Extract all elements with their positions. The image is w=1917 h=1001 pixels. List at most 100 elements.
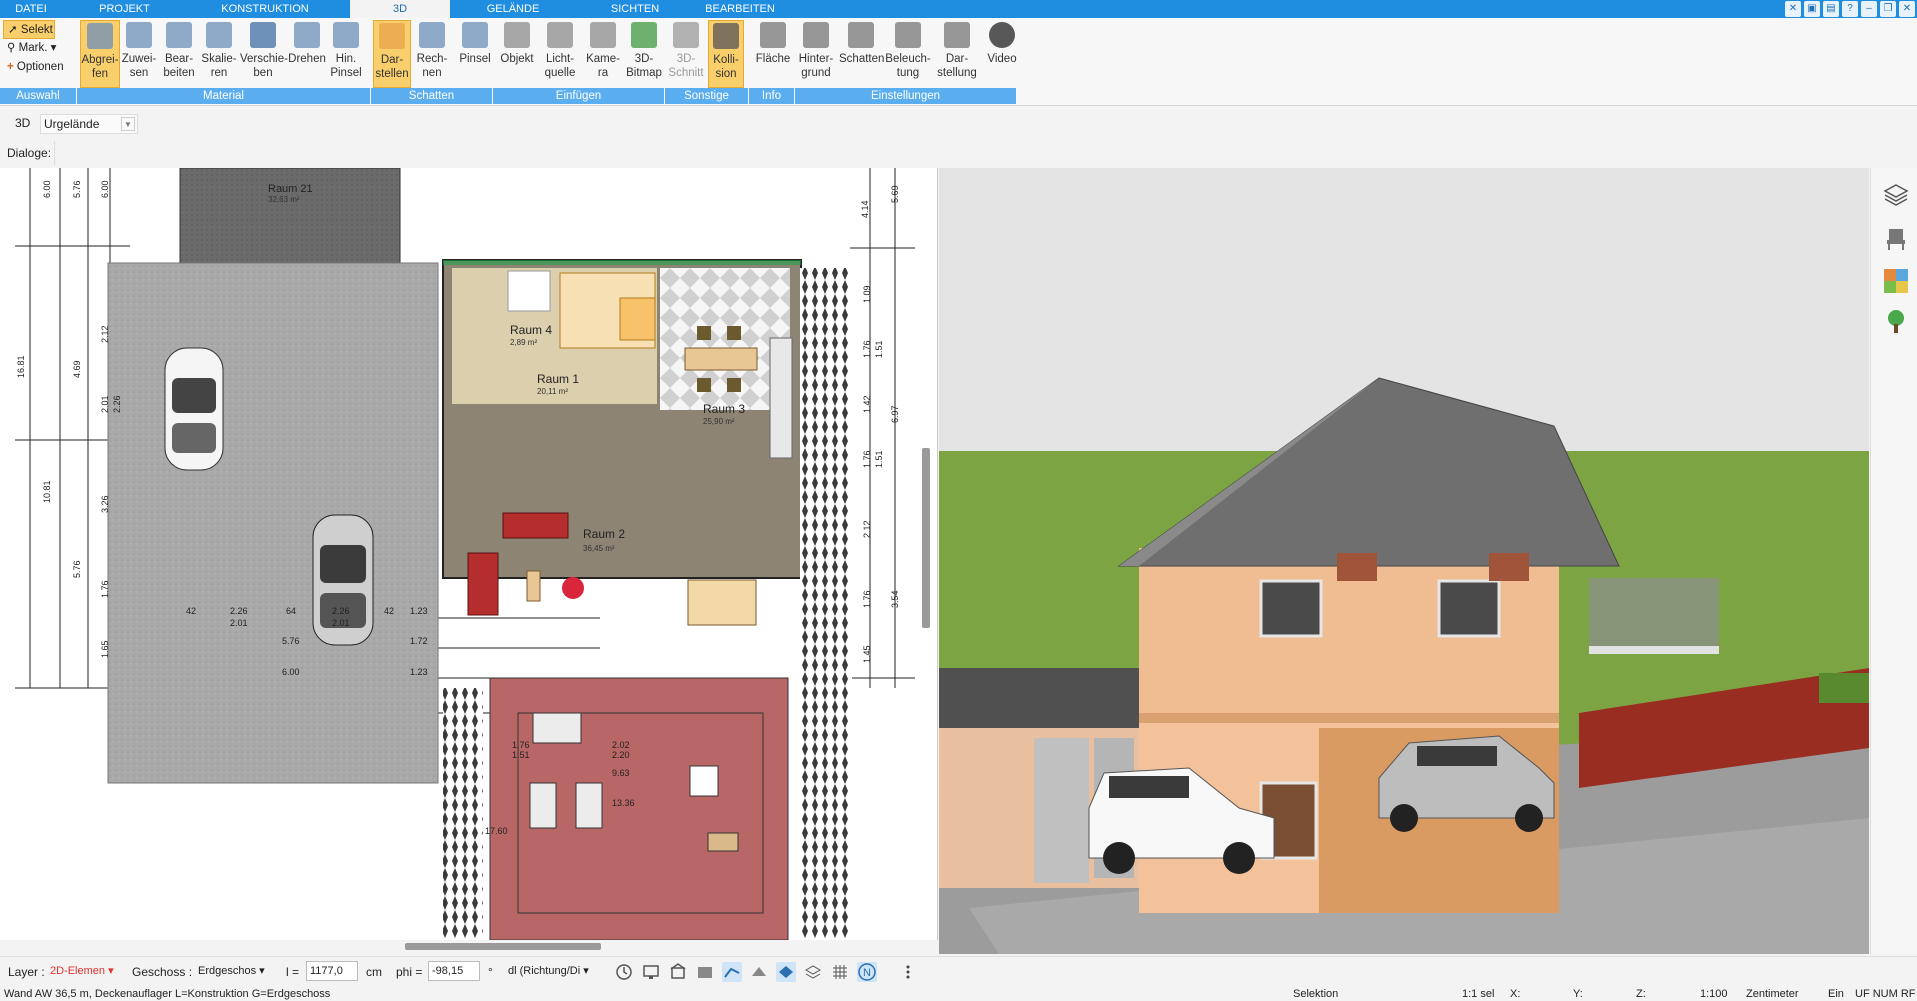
layer-stack-icon[interactable]: [803, 962, 823, 982]
monitor-icon[interactable]: [641, 962, 661, 982]
hin-pinsel-button[interactable]: Hin. Pinsel: [327, 20, 365, 88]
video-button[interactable]: Video: [983, 20, 1021, 88]
dimension-label: 6.97: [890, 405, 900, 423]
clock-icon[interactable]: [614, 962, 634, 982]
3d-scene[interactable]: [939, 168, 1869, 954]
print-icon[interactable]: ▤: [1823, 1, 1839, 17]
grid-icon[interactable]: [830, 962, 850, 982]
tab-projekt[interactable]: PROJEKT: [92, 0, 157, 18]
floor-plan-view[interactable]: Raum 21 32,63 m² Raum 4 2,89 m² Raum 1 2…: [0, 168, 938, 940]
selekt-button[interactable]: ➚ Selekt: [3, 20, 55, 39]
close-icon[interactable]: ✕: [1899, 1, 1915, 17]
3d-view[interactable]: [939, 168, 1869, 954]
group-einstellungen: Einstellungen: [795, 88, 1017, 104]
kamera-button[interactable]: Kame-ra: [584, 20, 622, 88]
3d-schnitt-icon: [673, 22, 699, 48]
hintergrund-button[interactable]: Hinter-grund: [794, 20, 838, 88]
tree-icon[interactable]: [1883, 308, 1909, 334]
3d-bitmap-button[interactable]: 3D- Bitmap: [624, 20, 664, 88]
dialoge-label: Dialoge:: [7, 146, 52, 160]
darstellung-button[interactable]: Dar-stellung: [937, 20, 977, 88]
dimension-label: 1.45: [862, 645, 872, 663]
floor-plan-canvas[interactable]: Raum 21 32,63 m² Raum 4 2,89 m² Raum 1 2…: [0, 168, 938, 940]
chair-icon[interactable]: [1883, 226, 1909, 252]
lichtquelle-button[interactable]: Licht-quelle: [539, 20, 581, 88]
optionen-button[interactable]: + Optionen: [3, 58, 75, 77]
dimension-label: 1.23: [410, 667, 428, 677]
dimension-label: 1.51: [874, 450, 884, 468]
window-controls: ✕ ▣ ▤ ? – ❐ ✕: [1785, 1, 1915, 17]
tab-sichten[interactable]: SICHTEN: [600, 0, 670, 18]
tab-datei[interactable]: DATEI: [0, 0, 62, 18]
verschieben-button[interactable]: Verschie-ben: [240, 20, 288, 88]
pinsel-button[interactable]: Pinsel: [455, 20, 495, 88]
beleuchtung-button[interactable]: Beleuch-tung: [885, 20, 931, 88]
help-icon[interactable]: ?: [1842, 1, 1858, 17]
darstellen-button[interactable]: Dar-stellen: [373, 20, 411, 88]
dimension-label: 64: [286, 606, 296, 616]
geschoss-select[interactable]: Erdgeschos ▾: [194, 961, 268, 981]
room-area: 32,63 m²: [268, 195, 300, 204]
phi-unit: °: [488, 965, 493, 979]
verschieben-label-line2: ben: [253, 67, 273, 79]
bearbeiten-button[interactable]: Bear-beiten: [160, 20, 198, 88]
plan-horizontal-scrollbar[interactable]: [405, 943, 601, 950]
schatten-button[interactable]: Schatten: [839, 20, 884, 88]
group-auswahl: Auswahl: [0, 88, 77, 104]
objekt-label: Objekt: [500, 53, 534, 65]
plan-vertical-scrollbar[interactable]: [922, 448, 930, 628]
drehen-icon: [294, 22, 320, 48]
length-label: l =: [286, 965, 300, 979]
north-icon[interactable]: N: [857, 962, 877, 982]
tools-icon[interactable]: ✕: [1785, 1, 1801, 17]
phi-input[interactable]: -98,15: [428, 961, 480, 981]
tab-3d[interactable]: 3D: [350, 0, 450, 18]
dimension-label: 42: [384, 606, 394, 616]
zuweisen-button[interactable]: Zuwei-sen: [120, 20, 158, 88]
bottom-toolbar: Layer : 2D-Elemen ▾ Geschoss : Erdgescho…: [0, 956, 1917, 986]
video-icon: [989, 22, 1015, 48]
layers-icon[interactable]: [1883, 182, 1909, 208]
status-mode: Selektion: [1293, 988, 1339, 1000]
dimension-label: 2.02: [612, 740, 630, 750]
mark-button[interactable]: ⚲ Mark. ▾: [3, 39, 75, 58]
material-palette-icon[interactable]: [1883, 268, 1909, 294]
shop-icon[interactable]: ▣: [1804, 1, 1820, 17]
terrain-select[interactable]: Urgelände ▼: [40, 114, 138, 134]
more-icon[interactable]: [898, 962, 918, 982]
mark-icon: ⚲: [7, 42, 16, 54]
right-side-panel: [1870, 168, 1917, 954]
walls-icon[interactable]: [695, 962, 715, 982]
length-input[interactable]: 1177,0: [306, 961, 358, 981]
lichtquelle-label: Licht-: [545, 53, 575, 65]
tab-konstruktion[interactable]: KONSTRUKTION: [215, 0, 315, 18]
snap-icon[interactable]: [722, 962, 742, 982]
dimension-label: 2.12: [862, 520, 872, 538]
car-icon[interactable]: [164, 347, 224, 471]
plane-icon[interactable]: [776, 962, 796, 982]
flaeche-button[interactable]: Fläche: [753, 20, 793, 88]
geschoss-label: Geschoss :: [132, 965, 193, 979]
objekt-button[interactable]: Objekt: [497, 20, 537, 88]
tab-bearbeiten[interactable]: BEARBEITEN: [700, 0, 780, 18]
restore-icon[interactable]: ❐: [1880, 1, 1896, 17]
kollision-button[interactable]: Kolli-sion: [708, 20, 744, 88]
tab-gelaende[interactable]: GELÄNDE: [478, 0, 548, 18]
dimension-label: 6.00: [42, 180, 52, 198]
building-icon[interactable]: [668, 962, 688, 982]
dimension-label: 2.26: [230, 606, 248, 616]
drehen-button[interactable]: Drehen: [288, 20, 326, 88]
dimension-label: 2.12: [100, 325, 110, 343]
hatch-icon[interactable]: [749, 962, 769, 982]
abgreifen-button[interactable]: Abgrei-fen: [80, 20, 120, 88]
chevron-down-icon: ▼: [121, 117, 135, 131]
skalieren-button[interactable]: Skalie-ren: [200, 20, 238, 88]
flaeche-label: Fläche: [755, 53, 791, 65]
lichtquelle-icon: [547, 22, 573, 48]
layer-select[interactable]: 2D-Elemen ▾: [46, 961, 122, 981]
dl-select[interactable]: dl (Richtung/Di ▾: [504, 961, 600, 981]
3d-schnitt-button[interactable]: 3D- Schnitt: [667, 20, 705, 88]
rechnen-button[interactable]: Rech-nen: [413, 20, 451, 88]
dimension-label: 2.26: [332, 606, 350, 616]
minimize-icon[interactable]: –: [1861, 1, 1877, 17]
